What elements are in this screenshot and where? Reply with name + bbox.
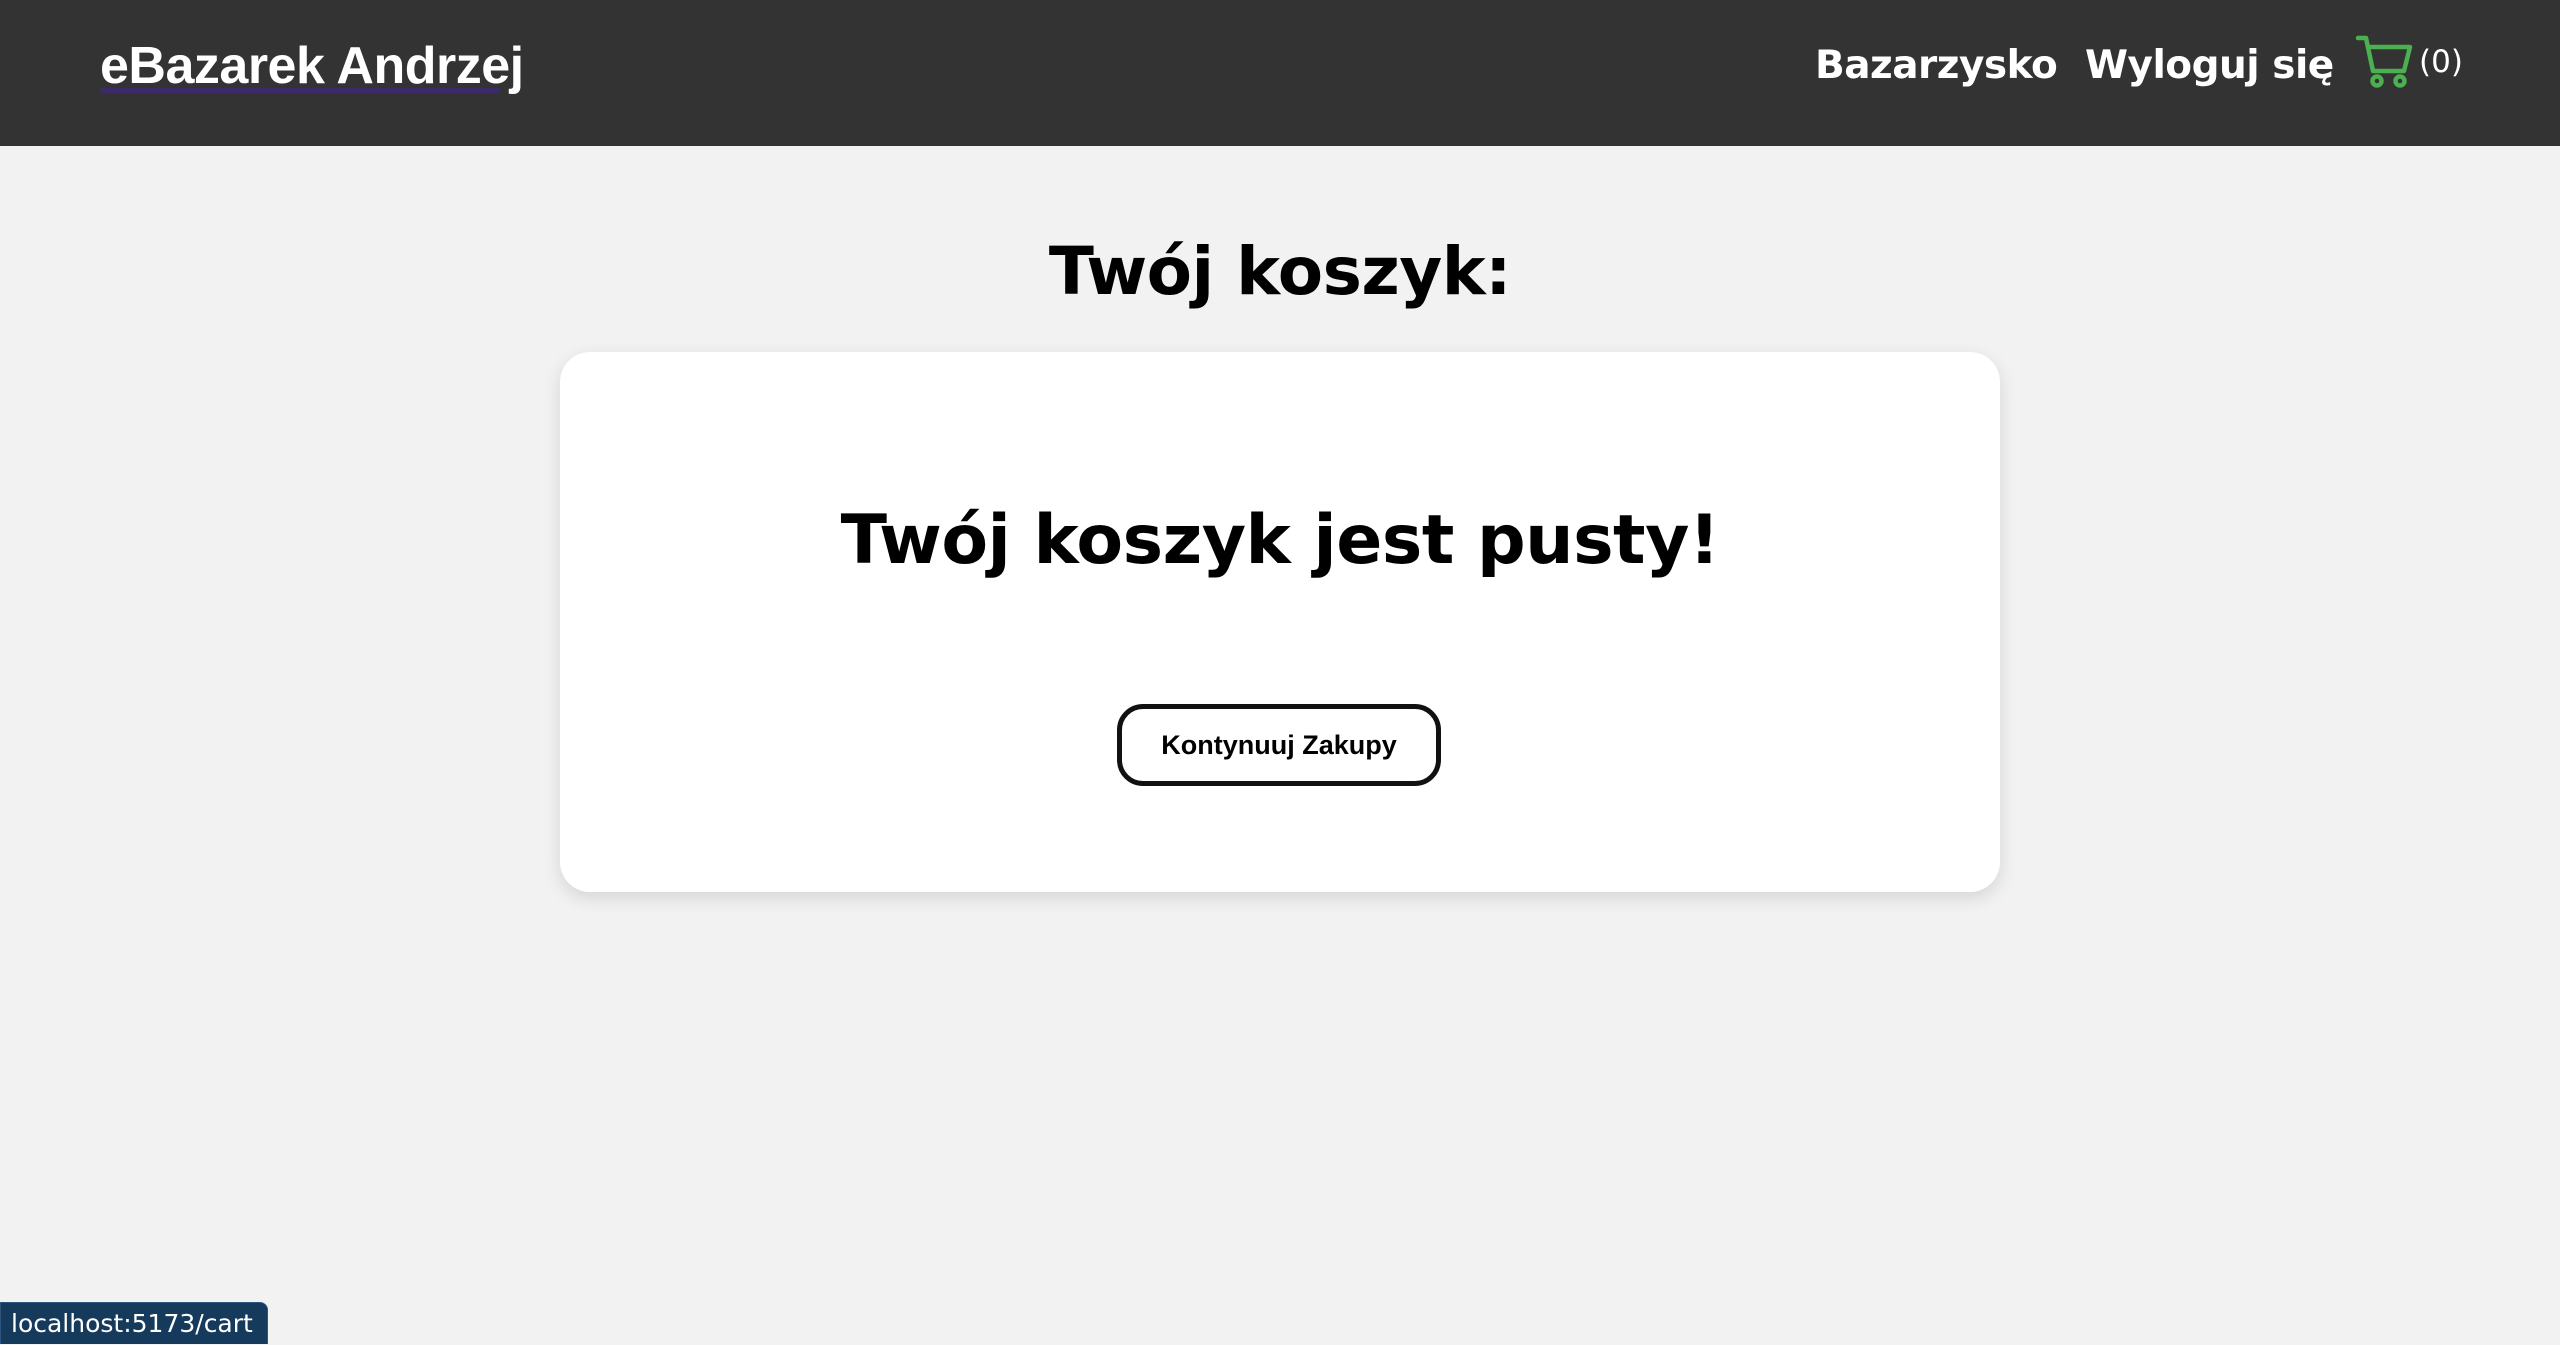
nav-link-bazarzysko[interactable]: Bazarzysko xyxy=(1815,40,2058,92)
cart-card xyxy=(560,352,2000,892)
navbar: eBazarek Andrzej Bazarzysko Wyloguj się … xyxy=(0,0,2560,146)
cart-icon xyxy=(2355,34,2413,90)
page-title: Twój koszyk: xyxy=(1048,233,1512,310)
brand-underline xyxy=(100,88,500,93)
continue-shopping-button[interactable]: Kontynuuj Zakupy xyxy=(1117,704,1441,786)
status-bar-url: localhost:5173/cart xyxy=(0,1302,268,1344)
empty-cart-message: Twój koszyk jest pusty! xyxy=(840,501,1720,580)
cart-link[interactable]: (0) xyxy=(2355,32,2463,92)
nav-link-logout[interactable]: Wyloguj się xyxy=(2085,40,2334,92)
cart-count: (0) xyxy=(2419,44,2463,80)
